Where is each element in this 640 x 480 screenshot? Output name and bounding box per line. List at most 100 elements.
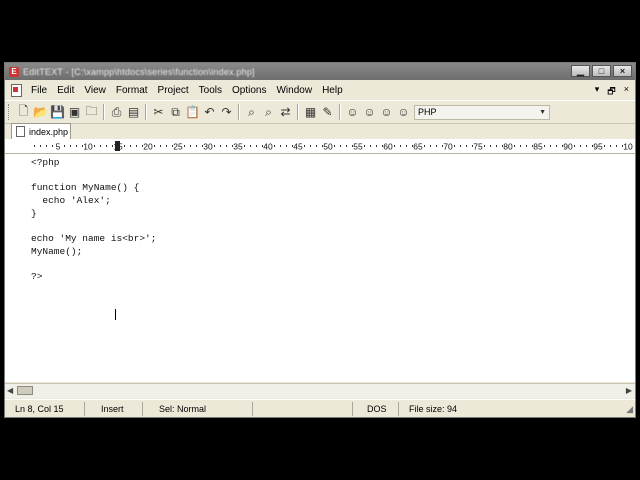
maximize-button[interactable]: □ [592, 65, 611, 77]
ruler-label: 55 [353, 142, 363, 152]
toolbar-separator [238, 104, 240, 120]
settings-icon[interactable]: ✎ [319, 104, 336, 121]
ruler-label: 40 [263, 142, 273, 152]
document-icon[interactable] [11, 84, 22, 97]
code-line: ?> [31, 271, 43, 283]
ruler-tick [70, 145, 71, 147]
ruler-tick [136, 145, 137, 147]
code-line: echo 'Alex'; [31, 195, 111, 207]
mdi-restore-icon[interactable]: 🗗 [607, 84, 615, 100]
resize-grip-icon[interactable]: ◢ [626, 404, 633, 415]
menu-options[interactable]: Options [227, 85, 271, 96]
ruler-label: 90 [563, 142, 573, 152]
toolbar-grip[interactable] [8, 104, 12, 120]
code-content[interactable]: <?php function MyName() { echo 'Alex';} ec… [31, 157, 156, 284]
menu-edit[interactable]: Edit [52, 85, 79, 96]
syntax-select[interactable]: PHP ▼ [414, 104, 550, 120]
menu-window[interactable]: Window [271, 85, 317, 96]
ruler-tick [250, 145, 251, 147]
undo-icon[interactable]: ↶ [201, 104, 218, 121]
scroll-thumb[interactable] [17, 386, 33, 395]
status-line-ending: DOS [353, 402, 399, 416]
ruler-tick [274, 145, 275, 147]
window-title: EditTEXT - [C:\xampp\htdocs\series\funct… [23, 66, 255, 77]
user-icon-4[interactable]: ☺ [395, 104, 412, 121]
menu-help[interactable]: Help [317, 85, 348, 96]
menu-project[interactable]: Project [153, 85, 194, 96]
mdi-dropdown-icon[interactable]: ▾ [595, 84, 600, 100]
user-icon-2[interactable]: ☺ [361, 104, 378, 121]
copy-icon[interactable]: ⧉ [167, 104, 184, 121]
ruler-tick [580, 145, 581, 147]
ruler-label: 80 [503, 142, 513, 152]
ruler: 510152025303540455055606570758085909510 [5, 139, 635, 154]
ruler-tick [184, 145, 185, 147]
ruler-tick [604, 145, 605, 147]
code-line: MyName(); [31, 245, 83, 257]
horizontal-scrollbar[interactable]: ◀ ▶ [5, 383, 635, 398]
ruler-label: 50 [323, 142, 333, 152]
find-next-icon[interactable]: ⌕ [260, 104, 277, 121]
redo-icon[interactable]: ↷ [218, 104, 235, 121]
title-bar[interactable]: E EditTEXT - [C:\xampp\htdocs\series\fun… [5, 63, 635, 80]
replace-icon[interactable]: ⇄ [277, 104, 294, 121]
tab-index-php[interactable]: index.php [11, 123, 71, 139]
menu-tools[interactable]: Tools [194, 85, 227, 96]
close-button[interactable]: × [613, 65, 632, 77]
ruler-tick [100, 145, 101, 147]
ruler-tick [574, 145, 575, 147]
ruler-label: 20 [143, 142, 153, 152]
ruler-tick [376, 145, 377, 147]
syntax-select-value: PHP [418, 107, 437, 117]
minimize-button[interactable]: ▁ [571, 65, 590, 77]
scroll-left-icon[interactable]: ◀ [7, 386, 13, 395]
ruler-tick [310, 145, 311, 147]
user-icon-1[interactable]: ☺ [344, 104, 361, 121]
ruler-tick [430, 145, 431, 147]
save-icon[interactable]: 💾 [49, 104, 66, 121]
mdi-close-icon[interactable]: × [624, 84, 629, 100]
menu-bar: File Edit View Format Project Tools Opti… [5, 82, 635, 99]
word-wrap-icon[interactable]: ▦ [302, 104, 319, 121]
user-icon-3[interactable]: ☺ [378, 104, 395, 121]
save-all-icon[interactable]: ▣ [66, 104, 83, 121]
folder-icon[interactable]: 🗀 [83, 104, 100, 121]
text-caret [115, 309, 116, 320]
code-editor[interactable]: <?php function MyName() { echo 'Alex';} ec… [5, 154, 635, 382]
scroll-right-icon[interactable]: ▶ [626, 386, 632, 395]
ruler-tick [64, 145, 65, 147]
menu-format[interactable]: Format [111, 85, 153, 96]
code-line: echo 'My name is<br>'; [31, 233, 157, 245]
ruler-label: 70 [443, 142, 453, 152]
menu-file[interactable]: File [26, 85, 52, 96]
find-icon[interactable]: ⌕ [243, 104, 260, 121]
print-icon[interactable]: ⎙ [108, 104, 125, 121]
ruler-tick [556, 145, 557, 147]
cut-icon[interactable]: ✂ [150, 104, 167, 121]
menu-view[interactable]: View [79, 85, 111, 96]
ruler-tick [490, 145, 491, 147]
ruler-tick [610, 145, 611, 147]
ruler-tick [340, 145, 341, 147]
ruler-tick [196, 145, 197, 147]
ruler-tick [370, 145, 371, 147]
ruler-label: 85 [533, 142, 543, 152]
new-file-icon[interactable]: 🗋 [15, 104, 32, 121]
status-mode: Insert [85, 402, 143, 416]
ruler-tick [394, 145, 395, 147]
ruler-tick [214, 145, 215, 147]
print-preview-icon[interactable]: ▤ [125, 104, 142, 121]
code-line: function MyName() { [31, 182, 140, 194]
ruler-label: 75 [473, 142, 483, 152]
paste-icon[interactable]: 📋 [184, 104, 201, 121]
ruler-tick [304, 145, 305, 147]
ruler-tick [154, 145, 155, 147]
ruler-label: 30 [203, 142, 213, 152]
ruler-tick [160, 145, 161, 147]
php-file-icon [16, 126, 25, 137]
ruler-tick [460, 145, 461, 147]
ruler-label: 25 [173, 142, 183, 152]
ruler-tick [616, 145, 617, 147]
ruler-tick [466, 145, 467, 147]
open-icon[interactable]: 📂 [32, 104, 49, 121]
